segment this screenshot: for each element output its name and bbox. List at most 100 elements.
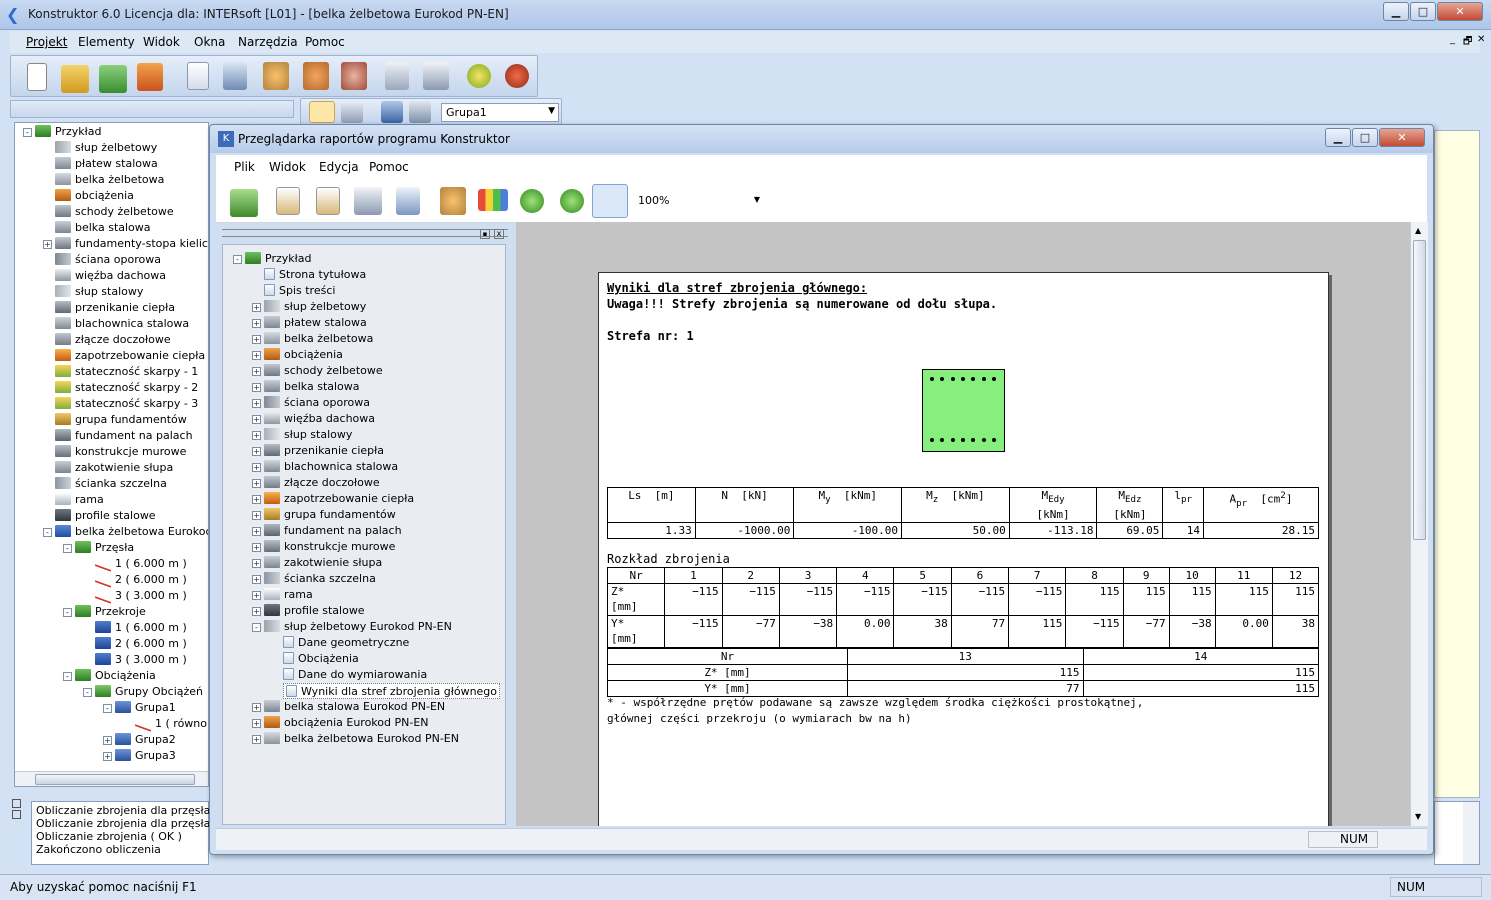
colors-icon[interactable] (478, 189, 508, 211)
report-close-button[interactable]: ✕ (1379, 128, 1425, 147)
tree-item[interactable]: 1 ( 6.000 m ) (95, 620, 187, 636)
report-menu-plik[interactable]: Plik (234, 160, 255, 174)
rtf-export-icon[interactable] (316, 187, 340, 215)
expand-toggle[interactable]: + (252, 367, 261, 376)
print-preview-icon[interactable] (396, 187, 420, 215)
expand-toggle[interactable]: + (252, 415, 261, 424)
tree-item[interactable]: Dane geometryczne (283, 635, 409, 651)
maximize-button[interactable]: □ (1410, 2, 1436, 21)
expand-toggle[interactable]: + (252, 479, 261, 488)
tree-item[interactable]: Spis treści (264, 283, 335, 299)
report-icon[interactable] (187, 62, 209, 90)
tree-item[interactable]: Przykład (35, 124, 101, 140)
zoom-select[interactable]: 100% ▼ (636, 191, 764, 211)
tree-item[interactable]: Strona tytułowa (264, 267, 366, 283)
tree-item[interactable]: zapotrzebowanie ciepła (55, 348, 205, 364)
expand-toggle[interactable]: + (252, 735, 261, 744)
tree-item[interactable]: zakotwienie słupa (264, 555, 382, 571)
export-icon[interactable] (223, 62, 247, 90)
expand-toggle[interactable]: + (252, 495, 261, 504)
gear-delete-icon[interactable] (341, 62, 367, 90)
expand-toggle[interactable]: + (252, 383, 261, 392)
minimize-button[interactable]: ▁ (1383, 2, 1409, 21)
menu-narzedzia[interactable]: Narzędzia (238, 35, 298, 49)
tree-item[interactable]: złącze doczołowe (264, 475, 380, 491)
tree-item[interactable]: obciążenia Eurokod PN-EN (264, 715, 429, 731)
tree-item[interactable]: belka żelbetowa Eurokod PN-EN (264, 731, 459, 747)
calculator-icon[interactable] (385, 62, 409, 90)
expand-toggle[interactable]: + (252, 703, 261, 712)
collapse-toggle[interactable]: - (63, 544, 72, 553)
mdi-minimize-button[interactable]: _ (1450, 34, 1455, 45)
tree-item[interactable]: Grupa3 (115, 748, 176, 764)
save-icon[interactable] (137, 63, 163, 91)
expand-toggle[interactable]: + (252, 543, 261, 552)
tree-item[interactable]: zapotrzebowanie ciepła (264, 491, 414, 507)
expand-toggle[interactable]: + (252, 607, 261, 616)
tree-item[interactable]: grupa fundamentów (55, 412, 187, 428)
expand-toggle[interactable]: + (252, 559, 261, 568)
tree-item[interactable]: Przykład (245, 251, 311, 267)
tree-item[interactable]: fundament na palach (55, 428, 193, 444)
mdi-close-button[interactable]: ✕ (1477, 34, 1485, 45)
expand-toggle[interactable]: + (252, 463, 261, 472)
tree-item[interactable]: słup żelbetowy Eurokod PN-EN (264, 619, 452, 635)
collapse-toggle[interactable]: - (233, 255, 242, 264)
gears-icon[interactable] (303, 62, 329, 90)
structure-icon[interactable] (341, 101, 363, 123)
tree-item[interactable]: profile stalowe (264, 603, 365, 619)
tree-horizontal-scrollbar[interactable] (15, 771, 208, 786)
settings-icon[interactable] (440, 187, 466, 215)
close-button[interactable]: ✕ (1437, 2, 1483, 21)
tree-item[interactable]: konstrukcje murowe (264, 539, 395, 555)
load-edit-icon[interactable] (409, 101, 431, 123)
gear-settings-icon[interactable] (263, 62, 289, 90)
expand-toggle[interactable]: + (252, 527, 261, 536)
tree-item[interactable]: więźba dachowa (55, 268, 166, 284)
expand-toggle[interactable]: + (43, 240, 52, 249)
zoom-out-icon[interactable] (560, 189, 584, 213)
expand-toggle[interactable]: + (252, 591, 261, 600)
expand-toggle[interactable]: + (103, 736, 112, 745)
info-icon[interactable] (505, 64, 529, 88)
tree-item[interactable]: 2 ( 6.000 m ) (95, 636, 187, 652)
tree-item[interactable]: schody żelbetowe (264, 363, 383, 379)
tree-item[interactable]: złącze doczołowe (55, 332, 171, 348)
tree-item[interactable]: ściana oporowa (55, 252, 161, 268)
menu-okna[interactable]: Okna (194, 35, 225, 49)
tree-item[interactable]: słup żelbetowy (55, 140, 157, 156)
tree-item[interactable]: Wyniki dla stref zbrojenia głównego (283, 683, 501, 699)
collapse-toggle[interactable]: - (103, 704, 112, 713)
report-minimize-button[interactable]: ▁ (1325, 128, 1351, 147)
tree-item[interactable]: fundament na palach (264, 523, 402, 539)
expand-toggle[interactable]: + (252, 351, 261, 360)
expand-toggle[interactable]: + (252, 719, 261, 728)
tree-item[interactable]: 1 ( równomierne (135, 714, 208, 732)
tree-item[interactable]: belka żelbetowa Eurokod PN-EN (55, 524, 208, 540)
document-vertical-scrollbar[interactable]: ▲ ▼ (1410, 222, 1428, 826)
tree-item[interactable]: 1 ( 6.000 m ) (95, 554, 187, 572)
tree-item[interactable]: obciążenia (264, 347, 343, 363)
chevron-down-icon[interactable]: ▼ (754, 195, 760, 204)
tree-item[interactable]: słup żelbetowy (264, 299, 366, 315)
tree-item[interactable]: fundamenty-stopa kielichowa (55, 236, 208, 252)
mdi-restore-button[interactable]: 🗗 (1463, 34, 1472, 51)
tree-item[interactable]: obciążenia (55, 188, 134, 204)
scrollbar-thumb[interactable] (1413, 240, 1426, 540)
page-view-icon[interactable] (592, 184, 628, 218)
tree-item[interactable]: płatew stalowa (264, 315, 367, 331)
tree-item[interactable]: Dane do wymiarowania (283, 667, 427, 683)
expand-toggle[interactable]: + (252, 335, 261, 344)
print-icon[interactable] (354, 187, 382, 215)
tree-item[interactable]: Przekroje (75, 604, 146, 620)
report-menu-edycja[interactable]: Edycja (319, 160, 359, 174)
report-menu-widok[interactable]: Widok (269, 160, 306, 174)
group-select[interactable]: Grupa1 ▼ (441, 103, 559, 122)
tree-item[interactable]: słup stalowy (55, 284, 143, 300)
printer-icon[interactable] (423, 62, 449, 90)
report-open-icon[interactable] (230, 189, 258, 217)
expand-toggle[interactable]: + (103, 752, 112, 761)
tree-item[interactable]: belka stalowa (264, 379, 360, 395)
tree-item[interactable]: stateczność skarpy - 3 (55, 396, 198, 412)
dock-pin-icon[interactable]: ▪ (480, 229, 490, 239)
